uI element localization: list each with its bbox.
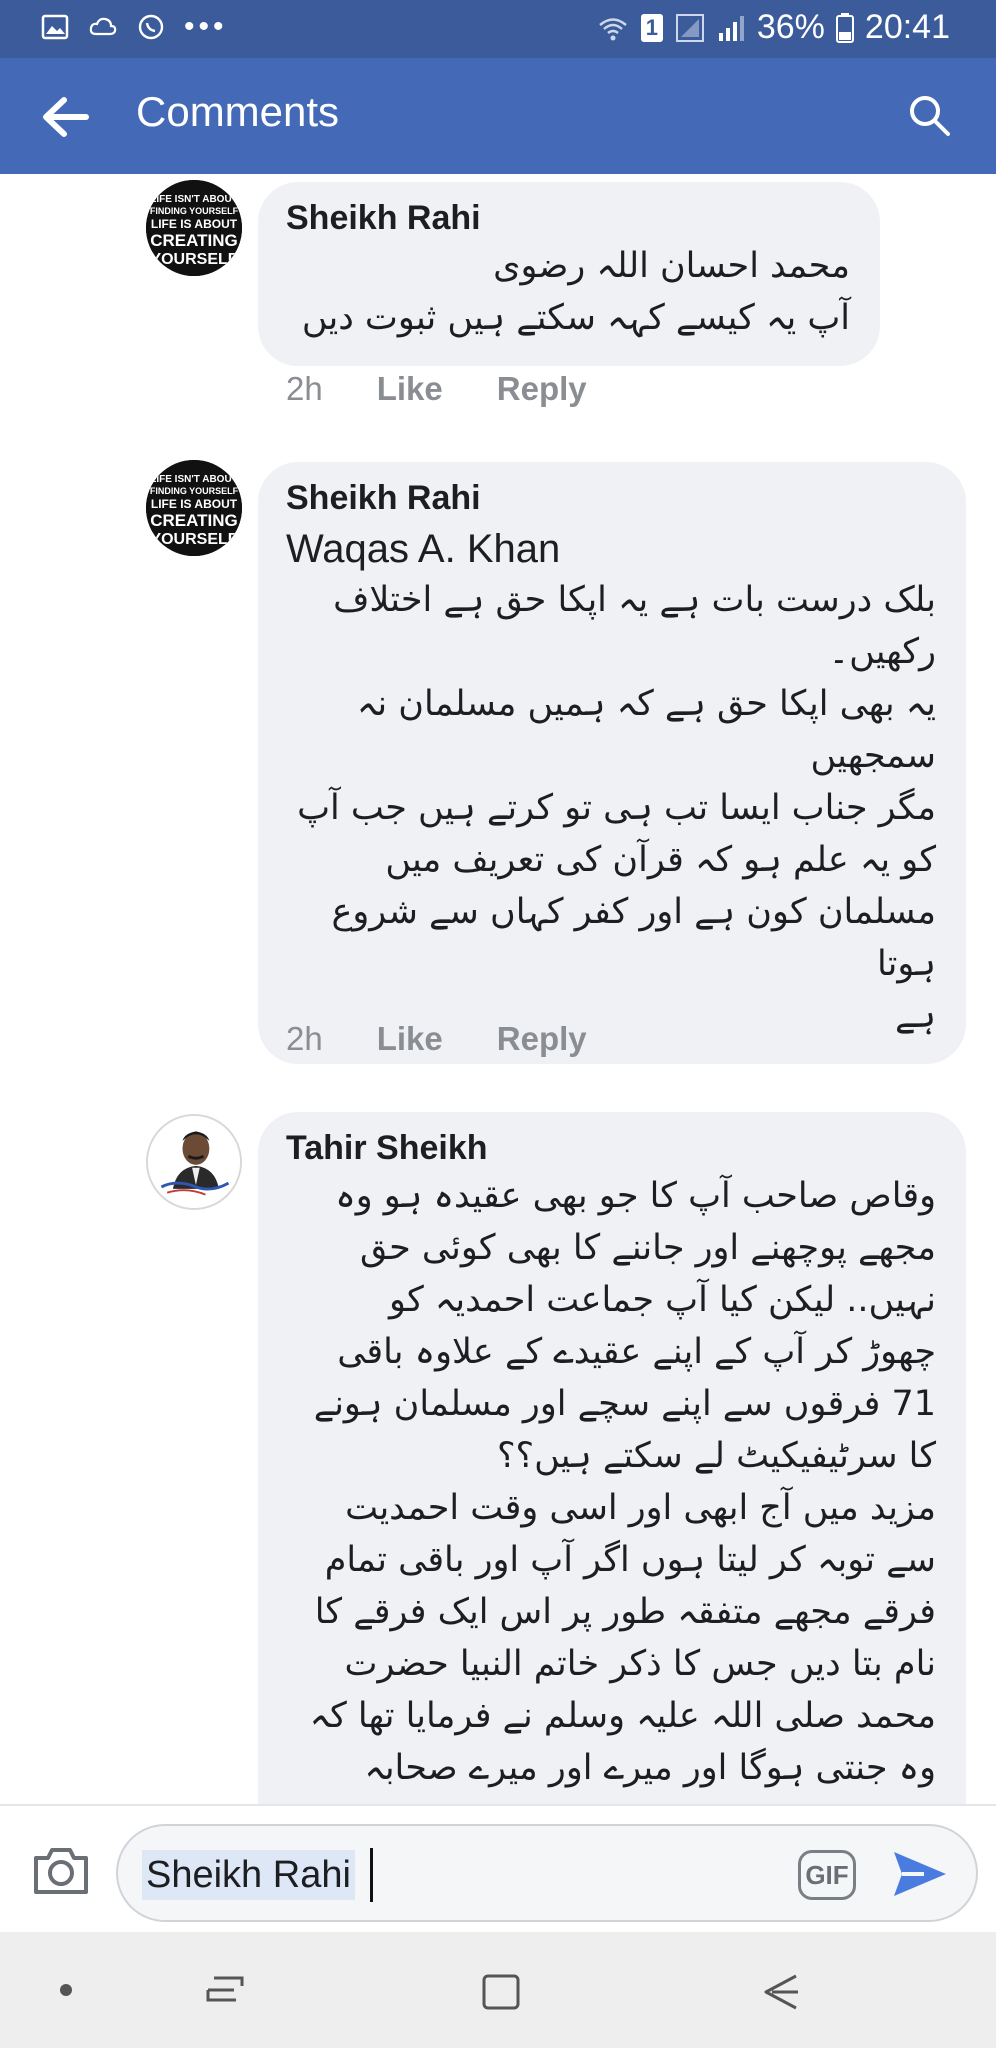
signal-bars-icon	[718, 15, 744, 41]
comment-time: 2h	[286, 1020, 323, 1057]
comment-line: آپ یہ کیسے کہہ سکتے ہیں ثبوت دیں	[301, 298, 850, 338]
comment-line: محمد صلی اللہ علیہ وسلم نے فرمایا تھا کہ	[309, 1696, 936, 1736]
comment-line: مگر جناب ایسا تب ہی تو کرتے ہیں جب آپ	[297, 788, 936, 828]
comment-line: بلک درست بات ہے یہ اپکا حق ہے اختلاف	[333, 580, 936, 620]
comment-line: کا سرٹیفیکیٹ لے سکتے ہیں؟؟	[496, 1436, 936, 1476]
comment-line: 71 فرقوں سے اپنے سچے اور مسلمان ہونے	[313, 1384, 936, 1424]
comment-line: نہیں.. لیکن کیا آپ جماعت احمدیہ کو	[389, 1280, 936, 1320]
comment-author[interactable]: Sheikh Rahi	[286, 476, 936, 520]
comment-actions: 2h Like Reply	[286, 1020, 587, 1058]
like-button[interactable]: Like	[377, 370, 443, 408]
comment-bubble[interactable]: Tahir Sheikh وقاص صاحب آپ کا جو بھی عقید…	[258, 1112, 966, 1804]
mention-link[interactable]: Waqas A. Khan	[286, 524, 936, 574]
avatar[interactable]: LIFE ISN'T ABOUT FINDING YOURSELF LIFE I…	[146, 180, 242, 276]
comment-bubble[interactable]: Sheikh Rahi محمد احسان اللہ رضوی آپ یہ ک…	[258, 182, 880, 366]
send-icon[interactable]	[890, 1846, 950, 1902]
avatar[interactable]: LIFE ISN'T ABOUT FINDING YOURSELF LIFE I…	[146, 460, 242, 556]
comment-actions: 2h Like Reply	[286, 370, 587, 408]
comment-line: محمد احسان اللہ رضوی	[493, 246, 850, 286]
battery-percent: 36%	[756, 8, 825, 46]
signal-icon	[675, 13, 704, 42]
comment-line: نام بتا دیں جس کا ذکر خاتم النبیا حضرت	[344, 1644, 936, 1684]
comment-author[interactable]: Sheikh Rahi	[286, 196, 850, 240]
gif-button[interactable]: GIF	[798, 1850, 856, 1900]
svg-text:LIFE IS ABOUT: LIFE IS ABOUT	[151, 497, 238, 511]
clock: 20:41	[864, 8, 950, 46]
more-dots-icon: •••	[184, 10, 228, 43]
system-nav-bar	[0, 1932, 996, 2048]
sim-badge: 1	[640, 13, 663, 42]
like-button[interactable]: Like	[377, 1020, 443, 1058]
reply-button[interactable]: Reply	[497, 370, 587, 408]
status-bar: ••• 1 36% 20:41	[0, 0, 996, 58]
comment-time: 2h	[286, 370, 323, 407]
svg-text:LIFE ISN'T ABOUT: LIFE ISN'T ABOUT	[150, 194, 238, 205]
page-title: Comments	[136, 88, 340, 135]
comment-line: وقاص صاحب آپ کا جو بھی عقیدہ ہو وہ	[335, 1176, 936, 1216]
comment-composer: Sheikh Rahi GIF	[0, 1804, 996, 1932]
comment-line: چھوڑ کر آپ کے اپنے عقیدے کے علاوہ باقی	[337, 1332, 936, 1372]
comment-line: رکھیں۔	[828, 632, 936, 672]
comment-input-text[interactable]: Sheikh Rahi	[142, 1850, 355, 1900]
comment-line: سے توبہ کر لیتا ہوں اگر آپ اور باقی تمام	[324, 1540, 936, 1580]
svg-text:FINDING YOURSELF: FINDING YOURSELF	[150, 486, 239, 496]
comment-line: مسلمان کون ہے اور کفر کہاں سے شروع ہوتا	[331, 892, 936, 984]
gallery-icon	[41, 14, 69, 40]
avatar-text-image: LIFE ISN'T ABOUT FINDING YOURSELF LIFE I…	[146, 180, 242, 276]
comment-bubble[interactable]: Sheikh Rahi Waqas A. Khan بلک درست بات ہ…	[258, 462, 966, 1064]
avatar-text-image: LIFE ISN'T ABOUT FINDING YOURSELF LIFE I…	[146, 460, 242, 556]
wifi-icon	[599, 17, 627, 40]
comment-list[interactable]: LIFE ISN'T ABOUT FINDING YOURSELF LIFE I…	[0, 174, 996, 1804]
text-caret	[370, 1848, 373, 1902]
recent-apps-icon[interactable]	[204, 1972, 246, 2008]
dot-icon[interactable]	[58, 1982, 74, 1998]
whatsapp-icon	[138, 14, 164, 40]
search-icon[interactable]	[906, 92, 952, 138]
svg-text:FINDING YOURSELF: FINDING YOURSELF	[150, 206, 239, 216]
home-icon[interactable]	[480, 1972, 522, 2012]
comment-input[interactable]: Sheikh Rahi GIF	[116, 1824, 978, 1922]
comment-line: مزید میں آج ابھی اور اسی وقت احمدیت	[345, 1488, 936, 1528]
comment-author[interactable]: Tahir Sheikh	[286, 1126, 936, 1170]
battery-icon	[835, 12, 854, 43]
comment-line: مجھے پوچھنے اور جاننے کا بھی کوئی حق	[359, 1228, 936, 1268]
avatar-photo	[148, 1116, 240, 1208]
svg-text:CREATING: CREATING	[150, 231, 238, 250]
comment-line: یہ بھی اپکا حق ہے کہ ہمیں مسلمان نہ	[356, 684, 936, 724]
cloud-icon	[89, 17, 117, 36]
comment-line: وہ جنتی ہوگا اور میرے اور میرے صحابہ	[364, 1748, 936, 1788]
svg-text:LIFE ISN'T ABOUT: LIFE ISN'T ABOUT	[150, 474, 238, 485]
comment-line: فرقے مجھے متفقہ طور پر اس ایک فرقے کا	[314, 1592, 936, 1632]
svg-text:CREATING: CREATING	[150, 511, 238, 530]
camera-icon[interactable]	[30, 1842, 92, 1898]
back-arrow-icon[interactable]	[40, 94, 90, 140]
comment-line: سمجھیں	[810, 736, 937, 776]
comment-line: کو یہ علم ہو کہ قرآن کی تعریف میں	[385, 840, 936, 880]
reply-button[interactable]: Reply	[497, 1020, 587, 1058]
svg-text:YOURSELF: YOURSELF	[150, 531, 237, 548]
svg-text:YOURSELF: YOURSELF	[150, 251, 237, 268]
svg-text:LIFE IS ABOUT: LIFE IS ABOUT	[151, 217, 238, 231]
avatar[interactable]	[146, 1114, 242, 1210]
back-nav-icon[interactable]	[760, 1972, 802, 2012]
app-bar: Comments	[0, 58, 996, 174]
